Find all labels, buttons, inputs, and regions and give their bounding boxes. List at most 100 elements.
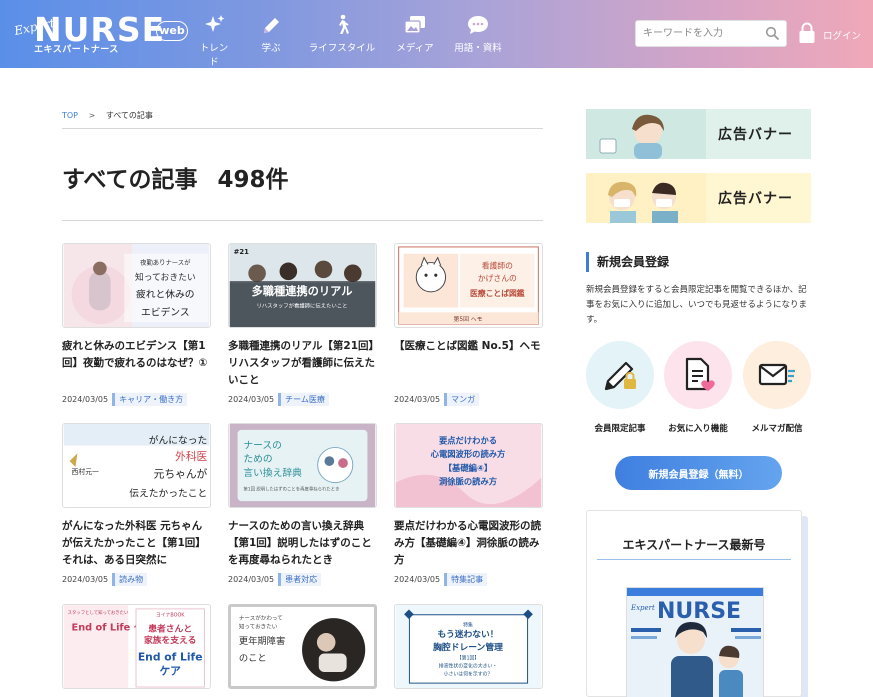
latest-issue-box: エキスパートナース最新号 Expert NURSE: [586, 510, 802, 697]
nav-glossary-label: 用語・資料: [454, 43, 502, 54]
article-tag[interactable]: マンガ: [444, 393, 480, 406]
cover-expert: Expert: [630, 604, 655, 612]
lock-icon: [798, 22, 816, 44]
article-card[interactable]: ナースの ための 言い換え辞典 第1回 説明したはずのことを再度尋ねられたとき …: [228, 423, 377, 586]
article-thumbnail[interactable]: がんになった 外科医 元ちゃんが 伝えたかったこと 西村元一: [62, 423, 211, 508]
article-title[interactable]: 多職種連携のリアル【第21回】リハスタッフが看護師に伝えたいこと: [228, 338, 377, 390]
signup-heading: 新規会員登録: [586, 252, 669, 272]
article-thumbnail[interactable]: 要点だけわかる 心電図波形の読み方 【基礎編④】 洞徐脈の読み方: [394, 423, 543, 508]
thumb-text: 【第1回】: [457, 655, 480, 662]
thumb-text: エビデンス: [141, 305, 190, 318]
latest-issue-divider: [597, 559, 791, 560]
magazine-cover[interactable]: Expert NURSE: [626, 587, 764, 697]
article-card[interactable]: 要点だけわかる 心電図波形の読み方 【基礎編④】 洞徐脈の読み方 要点だけわかる…: [394, 423, 543, 586]
thumb-text: 外科医: [175, 450, 207, 463]
thumb-text: End of Life: [138, 651, 203, 664]
ad-banner[interactable]: 広告バナー: [586, 173, 811, 223]
logo-kana-text: エキスパートナース: [34, 45, 119, 55]
thumb-text: がんになった: [149, 434, 207, 447]
article-card[interactable]: ナースがかわって 知っておきたい 更年期障害 のこと: [228, 604, 377, 689]
article-tag[interactable]: 患者対応: [278, 573, 322, 586]
register-button[interactable]: 新規会員登録（無料）: [615, 456, 782, 490]
article-meta: 2024/03/05 チーム医療: [228, 393, 329, 406]
thumb-text: 知っておきたい: [135, 271, 196, 283]
site-logo[interactable]: Expert NURSE web エキスパートナース: [13, 10, 194, 56]
walking-person-icon: [330, 14, 354, 36]
article-title[interactable]: 【医療ことば図鑑 No.5】ヘモ: [394, 338, 543, 390]
logo-web-badge: web: [156, 21, 188, 41]
thumb-text: ナースの: [243, 439, 282, 451]
site-header: Expert NURSE web エキスパートナース トレンド 学ぶ ライフスタ…: [0, 0, 873, 68]
nav-lifestyle[interactable]: ライフスタイル: [308, 14, 376, 56]
nav-media-label: メディア: [396, 43, 434, 54]
article-card[interactable]: がんになった 外科医 元ちゃんが 伝えたかったこと 西村元一 がんになった外科医…: [62, 423, 211, 586]
breadcrumb-top-link[interactable]: TOP: [62, 111, 78, 120]
article-thumbnail[interactable]: 特集 もう迷わない！ 胸腔ドレーン管理 【第1回】 排液性状の変化の大きい・ 小…: [394, 604, 543, 689]
banner-illustration: [586, 109, 706, 159]
thumb-text: もう迷わない！: [437, 628, 498, 640]
thumb-text: 元ちゃんが: [154, 468, 208, 481]
article-title[interactable]: 疲れと休みのエビデンス【第1回】夜勤で疲れるのはなぜ？①: [62, 338, 211, 390]
article-title[interactable]: 要点だけわかる心電図波形の読み方【基礎編④】洞徐脈の読み方: [394, 518, 543, 570]
thumb-text: 家族を支える: [144, 634, 196, 646]
signup-description: 新規会員登録をすると会員限定記事を閲覧できるほか、記事をお気に入りに追加し、いつ…: [586, 285, 808, 325]
nav-learn[interactable]: 学ぶ: [255, 14, 287, 56]
nav-learn-label: 学ぶ: [261, 43, 281, 54]
thumb-text: 言い換え辞典: [243, 466, 302, 479]
article-tag[interactable]: キャリア・働き方: [112, 393, 188, 406]
article-tag[interactable]: 特集記事: [444, 573, 488, 586]
thumb-text: 【基礎編④】: [444, 463, 493, 473]
article-tag[interactable]: 読み物: [112, 573, 148, 586]
article-thumbnail[interactable]: 夜勤ありナースが 知っておきたい 疲れと休みの エビデンス: [62, 243, 211, 328]
article-title[interactable]: がんになった外科医 元ちゃんが伝えたかったこと【第1回】それは、ある日突然に: [62, 518, 211, 570]
page-title: すべての記事 498件: [62, 160, 289, 194]
article-thumbnail[interactable]: ナースがかわって 知っておきたい 更年期障害 のこと: [228, 604, 377, 689]
thumb-text: 洞徐脈の読み方: [439, 477, 497, 487]
article-card[interactable]: #21 多職種連携のリアル リハスタッフが看護師に伝えたいこと 多職種連携のリア…: [228, 243, 377, 406]
search-box: [635, 20, 787, 47]
feature-newsletter: メルマガ配信: [742, 341, 812, 434]
thumb-text: 更年期障害: [239, 635, 285, 647]
article-card[interactable]: スタッフとして知っておきたい End of Life ケア ヨイナBOOK 患者…: [62, 604, 211, 689]
thumb-text: 心電図波形の読み方: [431, 449, 506, 459]
breadcrumb-separator: >: [88, 111, 96, 120]
nav-trend[interactable]: トレンド: [196, 14, 232, 68]
article-card[interactable]: 特集 もう迷わない！ 胸腔ドレーン管理 【第1回】 排液性状の変化の大きい・ 小…: [394, 604, 543, 689]
thumb-text: 第5回 ヘモ: [454, 315, 483, 323]
thumb-text: 患者さんと: [148, 622, 192, 634]
thumb-text: 伝えたかったこと: [129, 487, 207, 499]
thumb-text: 多職種連携のリアル: [252, 284, 353, 298]
nav-glossary[interactable]: 用語・資料: [454, 14, 502, 56]
thumb-text: 知っておきたい: [239, 622, 278, 630]
article-date: 2024/03/05: [394, 575, 441, 584]
thumb-text: ケア: [159, 664, 181, 677]
article-count: 498件: [217, 167, 289, 193]
ad-banner[interactable]: 広告バナー: [586, 109, 811, 159]
thumb-text: 西村元一: [72, 467, 99, 476]
thumb-text: のこと: [239, 653, 267, 664]
article-meta: 2024/03/05 キャリア・働き方: [62, 393, 188, 406]
media-images-icon: [403, 14, 427, 36]
article-thumbnail[interactable]: スタッフとして知っておきたい End of Life ケア ヨイナBOOK 患者…: [62, 604, 211, 689]
feature-label: お気に入り機能: [668, 424, 728, 434]
thumb-text: 胸腔ドレーン管理: [433, 641, 503, 653]
search-icon[interactable]: [765, 26, 780, 41]
thumb-text: リハスタッフが看護師に伝えたいこと: [256, 301, 347, 309]
feature-label: 会員限定記事: [594, 424, 646, 434]
article-card[interactable]: 夜勤ありナースが 知っておきたい 疲れと休みの エビデンス 疲れと休みのエビデン…: [62, 243, 211, 406]
thumb-text: 排液性状の変化の大きい・: [439, 662, 498, 669]
article-thumbnail[interactable]: 看護師の かげさんの 医療ことば図鑑 第5回 ヘモ: [394, 243, 543, 328]
thumb-text: 小さいは何を示すの？: [444, 670, 493, 677]
article-title[interactable]: ナースのための言い換え辞典【第1回】説明したはずのことを再度尋ねられたとき: [228, 518, 377, 570]
article-card[interactable]: 看護師の かげさんの 医療ことば図鑑 第5回 ヘモ 【医療ことば図鑑 No.5】…: [394, 243, 543, 406]
article-thumbnail[interactable]: #21 多職種連携のリアル リハスタッフが看護師に伝えたいこと: [228, 243, 377, 328]
article-thumbnail[interactable]: ナースの ための 言い換え辞典 第1回 説明したはずのことを再度尋ねられたとき: [228, 423, 377, 508]
thumb-text: 夜勤ありナースが: [140, 258, 191, 267]
breadcrumb: TOP > すべての記事: [62, 110, 153, 121]
nav-media[interactable]: メディア: [395, 14, 435, 56]
article-meta: 2024/03/05 患者対応: [228, 573, 322, 586]
thumb-text: かげさんの: [478, 274, 517, 283]
thumb-text: #21: [234, 248, 249, 256]
article-tag[interactable]: チーム医療: [278, 393, 329, 406]
search-input[interactable]: [636, 21, 761, 46]
